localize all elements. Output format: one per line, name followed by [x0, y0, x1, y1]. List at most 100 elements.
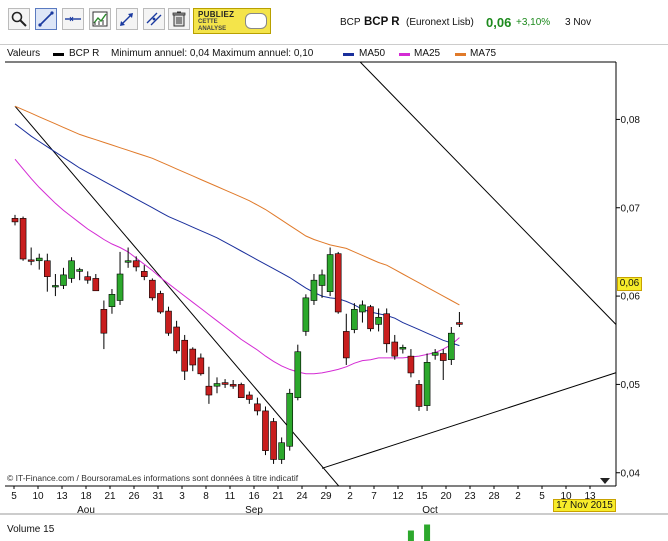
candle-body	[302, 297, 310, 332]
candle	[391, 334, 399, 360]
candle	[270, 417, 277, 464]
x-tick-label: 15	[416, 491, 428, 502]
x-tick-label: 13	[56, 491, 68, 502]
x-tick-label: 5	[11, 491, 17, 502]
candle	[351, 303, 358, 334]
candle	[189, 347, 197, 372]
candle-body	[149, 279, 156, 299]
candle-body	[310, 279, 318, 301]
candle-body	[84, 276, 92, 281]
candle	[19, 216, 27, 261]
candle-body	[68, 260, 75, 279]
candle-body	[278, 442, 285, 460]
candle-body	[318, 274, 326, 286]
candle	[294, 344, 302, 401]
candle	[342, 313, 350, 365]
candle	[310, 274, 318, 305]
candle-body	[448, 332, 455, 360]
volume-label: Volume 15	[7, 524, 55, 535]
candle-body	[383, 313, 390, 345]
candle	[326, 247, 334, 297]
x-tick-label: 21	[272, 491, 284, 502]
candle-body	[237, 384, 245, 398]
y-tick-label: 0,07	[621, 203, 641, 214]
candle-body	[254, 403, 261, 412]
candle	[318, 269, 326, 298]
candle	[173, 320, 180, 354]
x-tick-label: 3	[179, 491, 185, 502]
scroll-down-icon	[600, 478, 610, 484]
candle-body	[221, 382, 229, 385]
x-tick-label: 16	[248, 491, 260, 502]
candle-body	[415, 384, 423, 407]
candle-body	[439, 353, 447, 361]
x-tick-label: 29	[320, 491, 332, 502]
ma25-line	[14, 158, 460, 375]
candle	[456, 311, 463, 327]
ma50-line	[14, 123, 460, 347]
candle	[367, 304, 374, 332]
candle	[221, 379, 229, 388]
candle-body	[44, 260, 51, 277]
candle-body	[407, 355, 415, 374]
candle	[116, 251, 124, 305]
candle	[286, 388, 294, 451]
candle-body	[367, 306, 374, 330]
candle-body	[294, 351, 302, 398]
candle-body	[173, 326, 180, 352]
candle-body	[27, 259, 35, 262]
candle-body	[165, 310, 172, 334]
candle	[60, 267, 67, 290]
candle-body	[197, 357, 205, 375]
ma75-line	[14, 105, 460, 306]
candle-body	[108, 294, 116, 307]
candle	[84, 271, 92, 284]
candle	[140, 265, 148, 281]
candle-body	[270, 421, 277, 460]
candle	[448, 327, 455, 365]
candle	[375, 308, 382, 332]
candle	[237, 382, 245, 398]
candle	[68, 257, 75, 283]
current-price-marker: 0,06	[617, 277, 642, 291]
candle	[76, 267, 83, 281]
x-tick-label: 24	[296, 491, 308, 502]
candle	[254, 397, 261, 416]
candle-body	[326, 254, 334, 292]
candle	[407, 349, 415, 378]
candle-body	[157, 293, 164, 313]
trendline-1	[14, 105, 340, 486]
candle-body	[342, 331, 350, 359]
candle	[415, 380, 423, 411]
candle-body	[391, 341, 399, 357]
candle	[92, 274, 100, 292]
x-tick-label: 18	[80, 491, 92, 502]
candle-body	[229, 384, 237, 387]
candle	[27, 247, 35, 266]
month-label: Sep	[245, 505, 263, 516]
candle-body	[60, 274, 67, 286]
y-tick-label: 0,05	[621, 380, 641, 391]
candle	[229, 380, 237, 389]
candle-body	[399, 347, 407, 350]
candle-body	[456, 322, 463, 325]
candle-body	[76, 269, 83, 272]
x-tick-label: 20	[440, 491, 452, 502]
candle	[213, 377, 221, 394]
candle-body	[140, 271, 148, 277]
candle-body	[431, 352, 439, 356]
x-tick-label: 26	[128, 491, 140, 502]
candle	[439, 349, 447, 380]
candle	[278, 437, 285, 464]
x-tick-label: 10	[32, 491, 44, 502]
price-chart[interactable]: 0,08 0,07 0,06 0,05 0,04 5 10 13 18 21 26 31 3 8 11 16…	[0, 0, 668, 541]
candle	[334, 251, 342, 314]
candle	[399, 344, 407, 354]
candle	[181, 334, 188, 380]
candle-body	[246, 394, 253, 400]
volume-bar	[424, 524, 431, 541]
data-credit: © IT-Finance.com / BoursoramaLes informa…	[7, 473, 299, 483]
month-label: Aou	[77, 505, 95, 516]
date-cursor-box: 17 Nov 2015	[553, 499, 616, 512]
candle	[35, 253, 43, 270]
